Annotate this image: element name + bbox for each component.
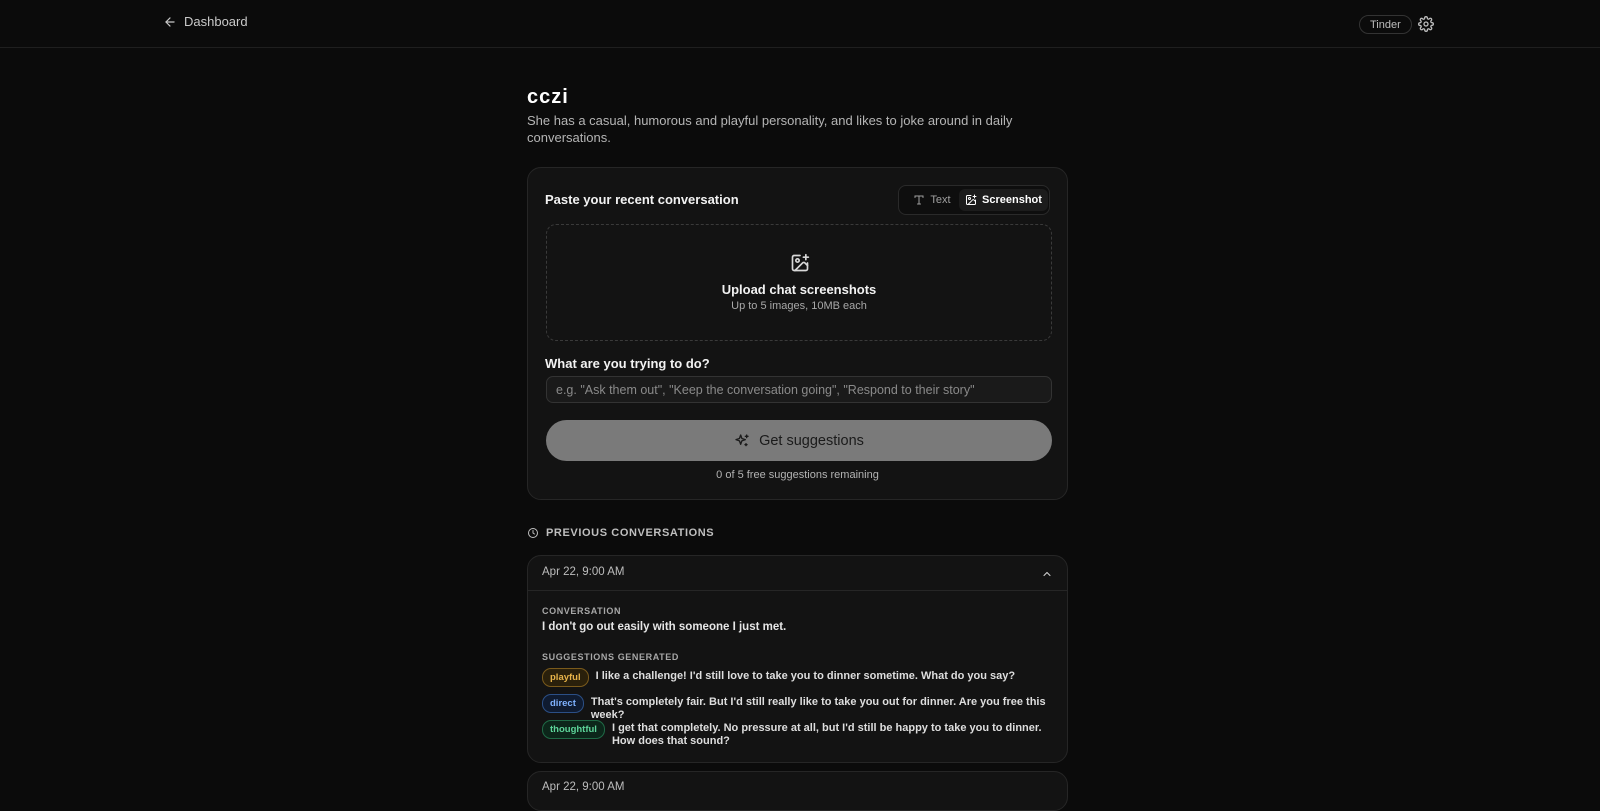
suggestion-text: I like a challenge! I'd still love to ta…: [595, 670, 1016, 682]
text-type-icon: [914, 195, 924, 205]
top-bar: Dashboard Tinder: [0, 0, 1600, 48]
back-to-dashboard-link[interactable]: Dashboard: [163, 14, 248, 29]
input-mode-toggle: Text Screenshot: [898, 185, 1050, 215]
goal-input[interactable]: [546, 376, 1052, 403]
remaining-suggestions: 0 of 5 free suggestions remaining: [716, 469, 879, 481]
suggestion-text: That's completely fair. But I'd still re…: [590, 696, 1046, 721]
platform-badge: Tinder: [1359, 15, 1412, 34]
gear-icon[interactable]: [1418, 16, 1434, 32]
suggestion-item: direct That's completely fair. But I'd s…: [542, 694, 1052, 722]
profile-name: cczi: [527, 86, 569, 108]
image-plus-icon: [791, 253, 810, 272]
text-mode-label: Text: [930, 194, 951, 206]
suggestion-tag: direct: [542, 694, 584, 713]
composer-label: Paste your recent conversation: [545, 192, 739, 207]
chevron-up-icon: [1043, 571, 1051, 577]
screenshot-dropzone[interactable]: Upload chat screenshots Up to 5 images, …: [546, 224, 1052, 341]
suggestion-tag: playful: [542, 668, 589, 687]
conversation-text: I don't go out easily with someone I jus…: [542, 621, 787, 633]
profile-description: She has a casual, humorous and playful p…: [527, 113, 1013, 145]
suggestion-text: I get that completely. No pressure at al…: [611, 722, 1042, 747]
conversation-item: Apr 22, 9:00 AM CONVERSATION I don't go …: [527, 555, 1068, 763]
composer-card: Paste your recent conversation Text Scre…: [527, 167, 1068, 500]
screenshot-mode-label: Screenshot: [982, 194, 1042, 206]
screenshot-mode-button[interactable]: Screenshot: [959, 189, 1048, 211]
conversation-date: Apr 22, 9:00 AM: [542, 781, 625, 793]
previous-conversations-heading: PREVIOUS CONVERSATIONS: [527, 527, 714, 539]
upload-subtitle: Up to 5 images, 10MB each: [731, 300, 867, 312]
suggestions-section-label: SUGGESTIONS GENERATED: [542, 652, 679, 662]
get-suggestions-button[interactable]: Get suggestions: [546, 420, 1052, 461]
suggestion-tag: thoughtful: [542, 720, 605, 739]
arrow-left-icon: [165, 16, 175, 27]
conversation-section-label: CONVERSATION: [542, 606, 622, 616]
image-plus-icon: [966, 194, 977, 205]
sparkles-icon: [735, 433, 749, 446]
text-mode-button[interactable]: Text: [907, 189, 957, 211]
suggestion-item: playful I like a challenge! I'd still lo…: [542, 668, 1052, 687]
conversation-header[interactable]: Apr 22, 9:00 AM: [528, 556, 1067, 591]
conversation-date: Apr 22, 9:00 AM: [542, 566, 625, 578]
previous-conversations-label: PREVIOUS CONVERSATIONS: [546, 527, 715, 539]
suggestion-item: thoughtful I get that completely. No pre…: [542, 720, 1052, 748]
conversation-item-collapsed[interactable]: Apr 22, 9:00 AM: [527, 771, 1068, 811]
get-suggestions-label: Get suggestions: [759, 432, 864, 449]
upload-title: Upload chat screenshots: [721, 282, 877, 297]
goal-label: What are you trying to do?: [545, 356, 710, 371]
clock-icon: [528, 528, 538, 538]
back-label: Dashboard: [184, 14, 248, 29]
